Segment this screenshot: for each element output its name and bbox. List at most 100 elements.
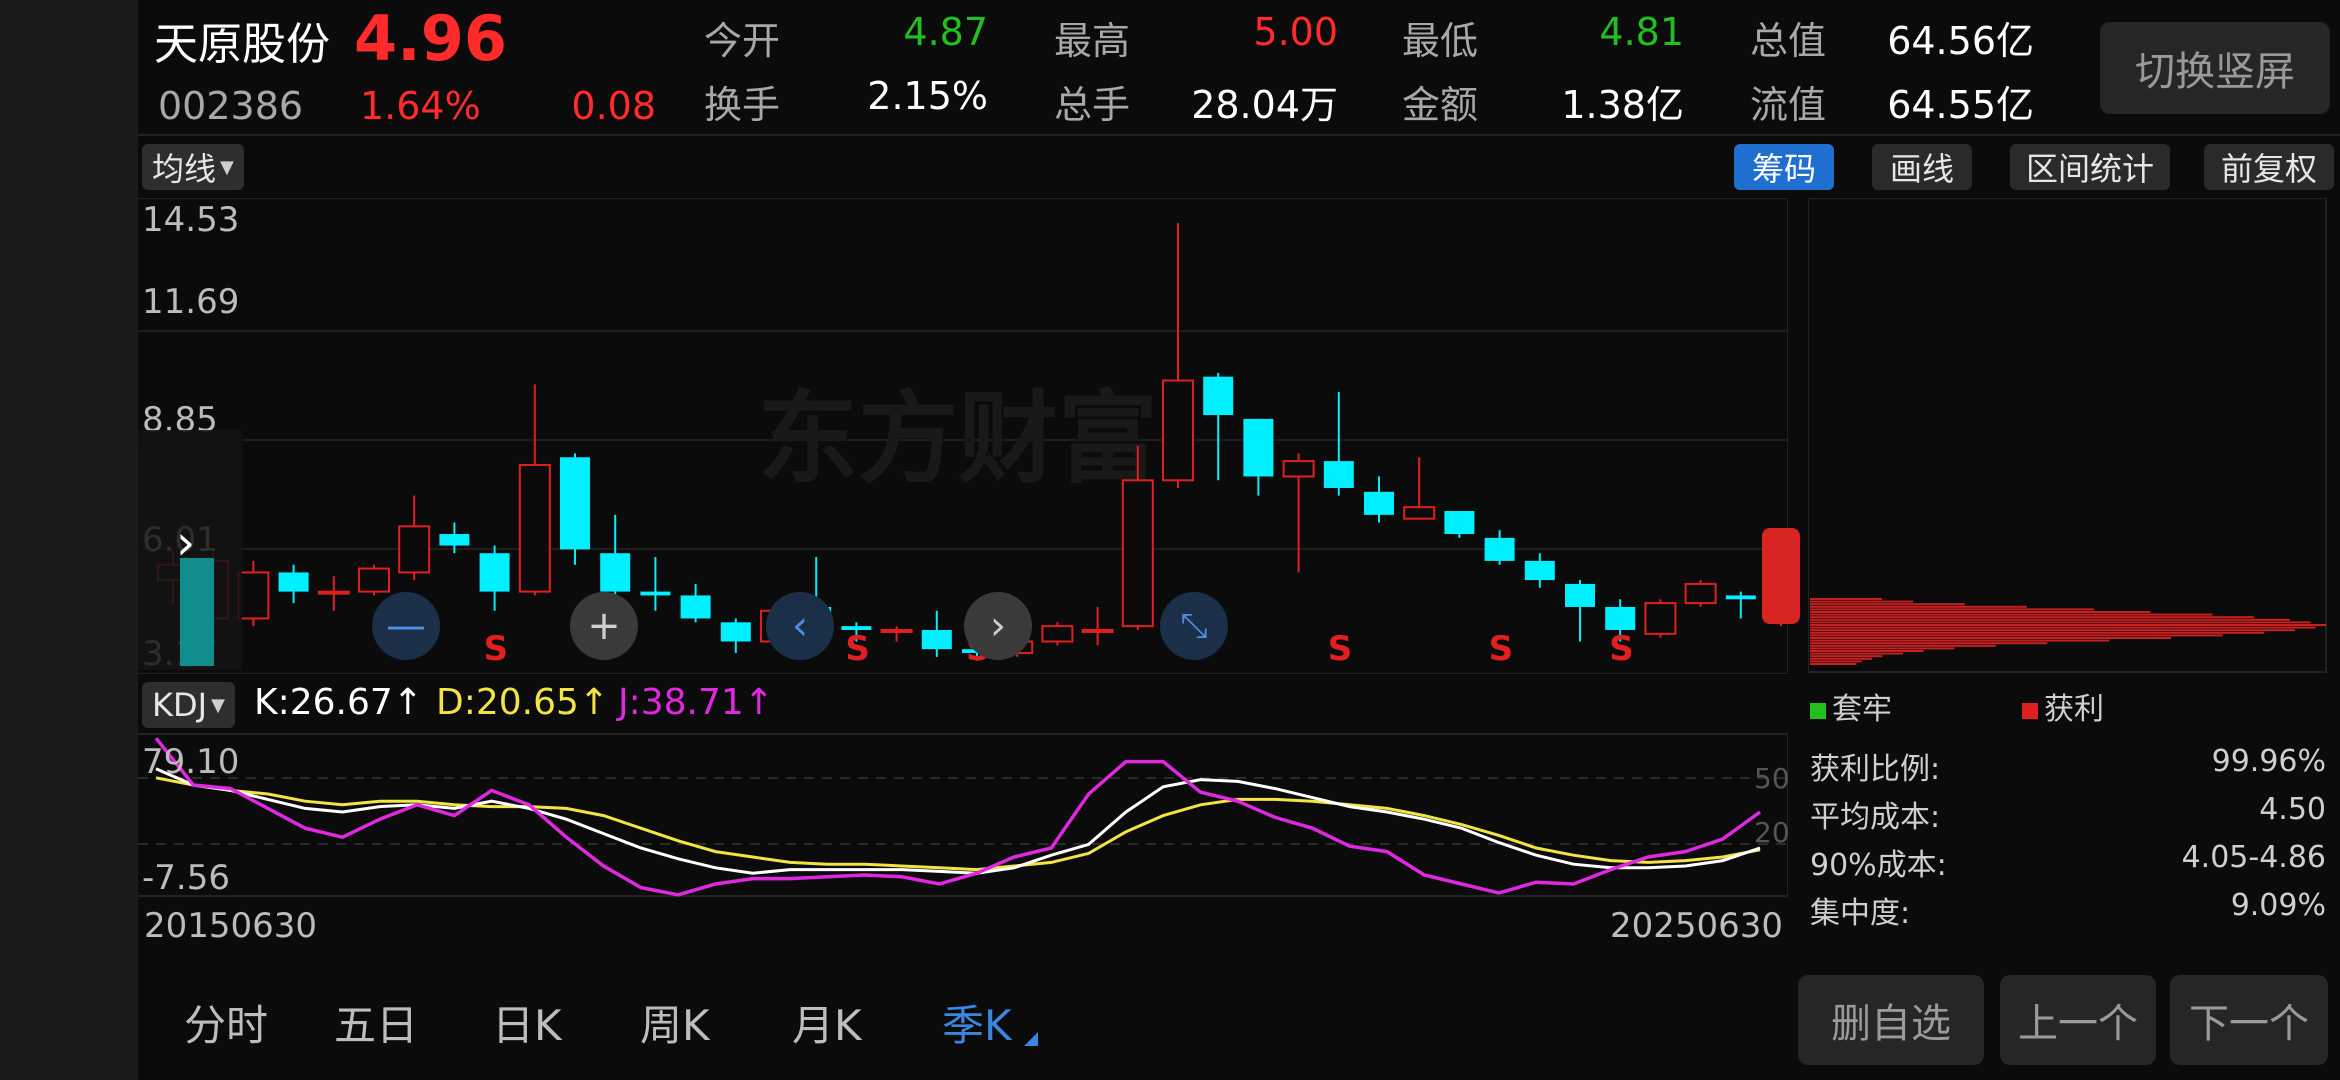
candle-body [1041, 625, 1074, 643]
ma-dropdown[interactable]: 均线 ▼ [142, 144, 244, 190]
chip-bar [1810, 663, 1857, 665]
chip-stat-label: 90%成本: [1810, 848, 1947, 883]
ma-dropdown-label: 均线 [152, 150, 217, 188]
chip-bar [1810, 647, 1955, 650]
zoom-out-button[interactable]: — [372, 592, 440, 660]
legend-profit: 获利 [2022, 684, 2104, 728]
candle-body [317, 590, 350, 595]
chip-bar [1810, 634, 2223, 637]
candle [1524, 553, 1555, 588]
candle [720, 618, 751, 654]
date-axis-start: 20150630 [144, 906, 318, 946]
period-tab[interactable]: 季K [942, 992, 1012, 1053]
candle [560, 453, 590, 565]
candle-body [278, 572, 309, 592]
candle [1684, 580, 1717, 607]
candle-body [1323, 461, 1354, 488]
scroll-right-button[interactable]: › [964, 592, 1032, 660]
range-stats-button[interactable]: 区间统计 [2010, 144, 2170, 190]
quote-value: 4.87 [903, 10, 988, 54]
quote-value: 4.81 [1599, 10, 1684, 54]
kdj-dropdown[interactable]: KDJ ▼ [142, 682, 235, 728]
stock-price: 4.96 [354, 2, 507, 75]
candle-body [1484, 537, 1515, 561]
candle [1203, 372, 1234, 481]
remove-watchlist-button[interactable]: 删自选 [1798, 975, 1984, 1065]
chip-bar [1810, 631, 2265, 634]
chip-bar [1810, 629, 2296, 632]
period-tab[interactable]: 五日 [334, 992, 418, 1053]
candle [398, 495, 431, 581]
kdj-ref-50: 50 [1754, 762, 1790, 795]
quote-value: 28.04万 [1191, 83, 1338, 127]
candle-body [358, 567, 390, 593]
kdj-j-value: J:38.71↑ [618, 682, 774, 723]
previous-stock-button[interactable]: 上一个 [2000, 975, 2156, 1065]
quote-label: 最低 [1402, 19, 1479, 63]
chip-bar [1810, 608, 2094, 611]
candle-body [640, 591, 671, 596]
quote-label: 总手 [1054, 83, 1131, 127]
price-axis-label: 11.69 [142, 282, 240, 322]
candle-body [398, 525, 431, 574]
candle-body [1444, 511, 1475, 535]
sell-signal-label: S [484, 629, 509, 669]
stock-code: 002386 [158, 84, 304, 128]
quote-label: 金额 [1402, 83, 1479, 127]
period-tab[interactable]: 日K [492, 992, 562, 1053]
latest-bar-highlight [180, 558, 214, 666]
kdj-chart[interactable] [138, 732, 1788, 898]
candle-body [880, 628, 913, 633]
chip-stat-value: 4.50 [2259, 792, 2326, 827]
candle [1364, 476, 1394, 523]
candle [358, 564, 390, 596]
caret-down-icon: ▼ [220, 156, 234, 178]
chip-bar [1810, 626, 2316, 629]
quote-value: 1.38亿 [1561, 83, 1684, 127]
candle-body [1364, 491, 1394, 515]
candle [317, 576, 350, 611]
chip-bar [1810, 639, 2110, 642]
candle-body [1121, 479, 1154, 628]
active-tab-indicator-icon [1024, 1032, 1038, 1046]
quote-value: 64.55亿 [1887, 83, 2034, 127]
zoom-in-button[interactable]: + [570, 592, 638, 660]
scroll-left-button[interactable]: ‹ [766, 592, 834, 660]
date-axis-end: 20250630 [1610, 906, 1784, 946]
chip-stat-label: 获利比例: [1810, 752, 1941, 787]
candle-body [1403, 506, 1436, 520]
candle [237, 560, 270, 627]
candle-body [1081, 628, 1114, 633]
change-percent: 1.64% [360, 84, 481, 128]
plus-icon: + [587, 603, 621, 649]
chip-distribution-chart [1808, 198, 2327, 673]
candle-body [439, 534, 470, 546]
candle [1444, 511, 1475, 538]
chip-bar [1810, 624, 2326, 626]
chip-bar [1810, 637, 2172, 639]
switch-portrait-button[interactable]: 切换竖屏 [2100, 22, 2330, 114]
next-stock-button[interactable]: 下一个 [2170, 975, 2328, 1065]
candle [278, 564, 309, 604]
candle [518, 384, 551, 596]
sell-signal-label: S [1328, 629, 1353, 669]
chip-bar [1810, 613, 2213, 616]
collapse-fullscreen-button[interactable]: ⤡ [1160, 592, 1228, 660]
kdj-axis-bottom: -7.56 [142, 858, 230, 898]
candle-body [560, 457, 590, 550]
period-tab[interactable]: 月K [792, 992, 862, 1053]
candle [880, 626, 913, 642]
watermark-text: 东方财富 [758, 380, 1158, 497]
candle-body [518, 463, 551, 593]
draw-line-button[interactable]: 画线 [1872, 144, 1972, 190]
chip-bar [1810, 611, 2151, 613]
adjust-forward-button[interactable]: 前复权 [2204, 144, 2334, 190]
kdj-d-value: D:20.65↑ [436, 682, 610, 723]
chips-button[interactable]: 筹码 [1734, 144, 1834, 190]
period-tab[interactable]: 分时 [184, 992, 268, 1053]
quote-label: 换手 [704, 83, 781, 127]
candle-body [1162, 379, 1194, 482]
period-tab[interactable]: 周K [640, 992, 710, 1053]
quote-value: 5.00 [1253, 10, 1338, 54]
candle [1162, 223, 1194, 488]
